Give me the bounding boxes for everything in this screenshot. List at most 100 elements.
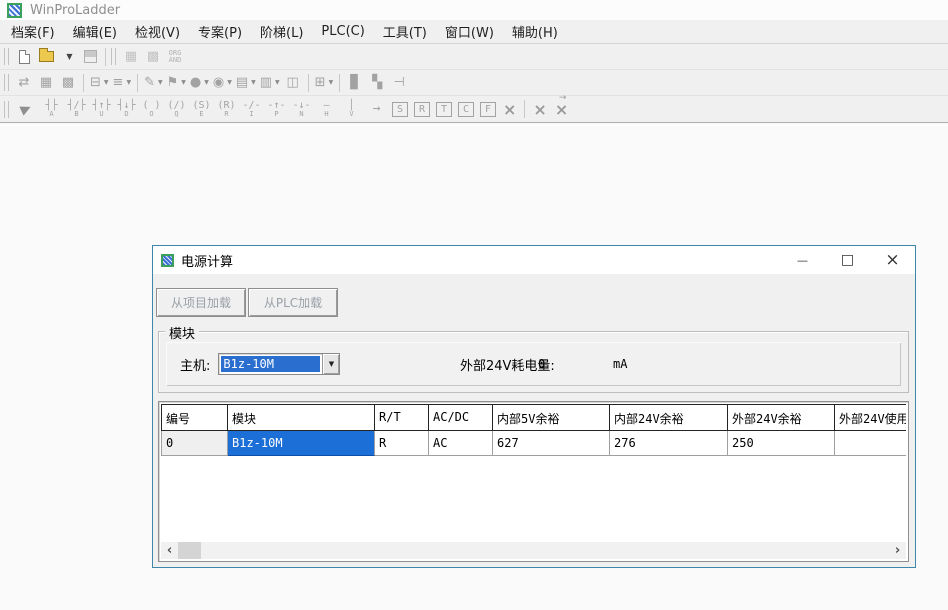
- org-and-icon: ORGAND: [169, 50, 182, 64]
- chip-button[interactable]: ▦: [35, 72, 57, 94]
- delete-network-button[interactable]: ×→: [555, 100, 568, 119]
- usage-contact-icon: ⊣: [394, 76, 405, 89]
- menu-item-view[interactable]: 检视(V): [126, 22, 189, 41]
- toolbar-drag-handle[interactable]: [4, 74, 9, 91]
- ext24v-consumption-unit: mA: [613, 357, 627, 371]
- goto-arrow-button[interactable]: →: [364, 97, 389, 121]
- hline-button[interactable]: —H: [314, 97, 339, 121]
- contact-down-button[interactable]: ┤↓├D: [114, 97, 139, 121]
- host-combobox-dropdown[interactable]: ▼: [322, 354, 339, 374]
- usage-bars-button[interactable]: ▊: [344, 72, 366, 94]
- function-box-button[interactable]: F: [480, 102, 496, 117]
- open-folder-icon: [39, 51, 54, 62]
- toolbar-ladder: ┤├A ┤/├B ┤↑├U ┤↓├D ( )O (/)Q (S)E (R)R -…: [0, 96, 948, 122]
- scroll-left-button[interactable]: ‹: [161, 542, 178, 559]
- open-file-dropdown[interactable]: ▼: [57, 46, 79, 68]
- col-rt: R/T: [375, 405, 429, 431]
- host-combobox[interactable]: B1z-10M ▼: [218, 353, 340, 375]
- cell-rt[interactable]: R: [375, 431, 429, 456]
- project-tree-button[interactable]: ⊟▼: [88, 72, 111, 94]
- cell-internal-24v-margin[interactable]: 276: [610, 431, 728, 456]
- project-tree-icon: ⊟: [90, 76, 101, 89]
- usage-network-button[interactable]: ▚: [366, 72, 388, 94]
- org-and-button[interactable]: ORGAND: [164, 46, 186, 68]
- dialog-title: 电源计算: [181, 251, 233, 270]
- toolbars: ▼ ▦ ▩ ORGAND ⇄ ▦ ▩ ⊟▼ ≡▼ ✎▼ ⚑▼ ●▼ ◉▼ ▤▼ …: [0, 44, 948, 123]
- transfer-button[interactable]: ⇄: [13, 72, 35, 94]
- chevron-down-icon: ▼: [158, 79, 163, 86]
- col-internal-5v-margin: 内部5V余裕: [493, 405, 610, 431]
- new-file-button[interactable]: [13, 46, 35, 68]
- counter-box-button[interactable]: C: [458, 102, 474, 117]
- maximize-button[interactable]: □: [825, 246, 870, 274]
- toolbar-drag-handle[interactable]: [4, 101, 9, 118]
- col-acdc: AC/DC: [429, 405, 493, 431]
- menu-item-help[interactable]: 辅助(H): [503, 22, 567, 41]
- col-module: 模块: [228, 405, 375, 431]
- contact-a-button[interactable]: ┤├A: [39, 97, 64, 121]
- cell-module[interactable]: B1z-10M: [228, 431, 375, 456]
- coil-not-button[interactable]: (/)Q: [164, 97, 189, 121]
- delete-row-button[interactable]: ×: [533, 100, 546, 119]
- coil-out-button[interactable]: ( )O: [139, 97, 164, 121]
- menu-item-project[interactable]: 专案(P): [189, 22, 251, 41]
- zoom-table-button[interactable]: ⊞▼: [313, 72, 336, 94]
- host-label: 主机:: [180, 355, 210, 374]
- contact-up-button[interactable]: ┤↑├U: [89, 97, 114, 121]
- menu-item-ladder[interactable]: 阶梯(L): [251, 22, 312, 41]
- list-button[interactable]: ▤▼: [234, 72, 258, 94]
- set-box-button[interactable]: S: [392, 102, 408, 117]
- chevron-down-icon: ▼: [181, 79, 186, 86]
- chevron-down-icon: ▼: [329, 360, 334, 368]
- horizontal-scrollbar[interactable]: ‹ ›: [161, 542, 906, 559]
- dialog-icon: [161, 254, 174, 267]
- network-list-button[interactable]: ≡▼: [111, 72, 134, 94]
- reset-box-button[interactable]: R: [414, 102, 430, 117]
- rising-edge-button[interactable]: -↑-P: [264, 97, 289, 121]
- usage-contact-button[interactable]: ⊣: [388, 72, 410, 94]
- toolbar-drag-handle[interactable]: [111, 48, 116, 65]
- user-button[interactable]: ◉▼: [211, 72, 234, 94]
- cell-external-24v-usage[interactable]: [835, 431, 906, 456]
- cell-acdc[interactable]: AC: [429, 431, 493, 456]
- toolbar-drag-handle[interactable]: [4, 48, 9, 65]
- falling-edge-button[interactable]: -↓-N: [289, 97, 314, 121]
- tag-lamp-button[interactable]: ⚑▼: [165, 72, 188, 94]
- memory-button[interactable]: ▥▼: [258, 72, 282, 94]
- timer-box-button[interactable]: T: [436, 102, 452, 117]
- memory-icon: ▥: [260, 76, 272, 89]
- user-edit-button[interactable]: ●▼: [188, 72, 211, 94]
- scroll-right-button[interactable]: ›: [889, 542, 906, 559]
- menu-item-file[interactable]: 档案(F): [2, 22, 64, 41]
- open-file-button[interactable]: [35, 46, 57, 68]
- menu-item-window[interactable]: 窗口(W): [436, 22, 503, 41]
- dialog-titlebar[interactable]: 电源计算 — □ ×: [153, 246, 915, 274]
- scrollbar-thumb[interactable]: [178, 542, 201, 559]
- menu-item-tools[interactable]: 工具(T): [374, 22, 436, 41]
- invert-button[interactable]: -/-I: [239, 97, 264, 121]
- menu-item-edit[interactable]: 编辑(E): [64, 22, 126, 41]
- menu-item-plc[interactable]: PLC(C): [312, 24, 373, 39]
- cell-external-24v-margin[interactable]: 250: [728, 431, 835, 456]
- table-view-icon: ▦: [125, 50, 137, 63]
- minimize-button[interactable]: —: [780, 246, 825, 274]
- delete-element-button[interactable]: ×: [503, 100, 516, 119]
- select-cursor-icon[interactable]: [19, 102, 32, 115]
- edit-element-button[interactable]: ✎▼: [142, 72, 165, 94]
- save-button[interactable]: [79, 46, 101, 68]
- io-grid-button[interactable]: ▩: [57, 72, 79, 94]
- table-view-button[interactable]: ▦: [120, 46, 142, 68]
- card-button[interactable]: ◫: [282, 72, 304, 94]
- coil-set-button[interactable]: (S)E: [189, 97, 214, 121]
- coil-reset-button[interactable]: (R)R: [214, 97, 239, 121]
- close-button[interactable]: ×: [870, 246, 915, 274]
- load-from-plc-button[interactable]: 从PLC加载: [248, 288, 338, 317]
- chevron-down-icon: ▼: [204, 79, 209, 86]
- module-groupbox-label: 模块: [165, 323, 199, 342]
- cell-number[interactable]: 0: [162, 431, 228, 456]
- matrix-view-button[interactable]: ▩: [142, 46, 164, 68]
- load-from-project-button[interactable]: 从项目加载: [156, 288, 246, 317]
- vline-button[interactable]: │V: [339, 97, 364, 121]
- contact-b-button[interactable]: ┤/├B: [64, 97, 89, 121]
- cell-internal-5v-margin[interactable]: 627: [493, 431, 610, 456]
